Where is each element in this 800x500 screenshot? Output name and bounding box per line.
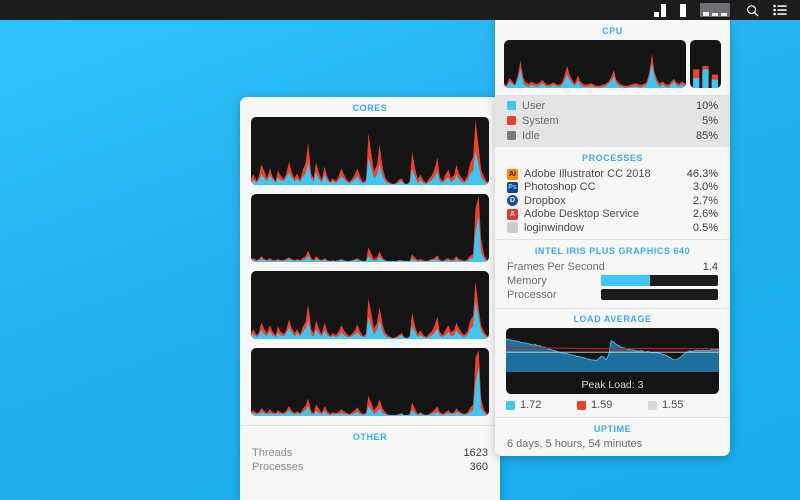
monitor-glyph-icon <box>700 3 730 17</box>
load-5min-value: 1.59 <box>591 399 613 412</box>
stats-panel: CPU User 10% System 5% Idle 85% PROCESSE… <box>495 20 730 456</box>
search-glyph-icon <box>747 4 759 16</box>
fps-label: Frames Per Second <box>507 261 605 274</box>
adobe-desktop-service-app-icon: A <box>507 208 518 220</box>
load-1min-value: 1.72 <box>520 399 542 412</box>
idle-value: 85% <box>695 129 718 142</box>
bar-graph-icon-1[interactable] <box>647 0 673 20</box>
system-value: 5% <box>702 114 718 127</box>
core-graph-2[interactable] <box>251 194 489 262</box>
process-name: Photoshop CC <box>524 181 596 194</box>
gpu-memory-fill <box>601 275 651 287</box>
cpu-history-graph[interactable] <box>504 40 686 89</box>
process-row-loginwindow[interactable]: loginwindow 0.5% <box>495 221 730 234</box>
gpu-memory-row: Memory <box>495 274 730 288</box>
process-row-photoshop[interactable]: Ps Photoshop CC 3.0% <box>495 181 730 194</box>
core-3-chart <box>251 281 489 339</box>
activity-bar-icon <box>680 3 686 17</box>
photoshop-app-icon: Ps <box>507 181 518 193</box>
user-swatch <box>507 101 516 111</box>
gpu-processor-label: Processor <box>507 288 557 301</box>
load-legend-15min: 1.55 <box>648 399 719 411</box>
load-5min-swatch <box>577 400 586 410</box>
cpu-legend: User 10% System 5% Idle 85% <box>495 95 730 148</box>
system-swatch <box>507 116 516 126</box>
process-value: 2.6% <box>692 208 718 221</box>
fps-value: 1.4 <box>702 261 718 274</box>
illustrator-app-icon: Ai <box>507 168 518 180</box>
dropbox-app-icon: D <box>507 195 518 207</box>
threads-value: 1623 <box>463 447 488 459</box>
gpu-fps-row: Frames Per Second 1.4 <box>495 260 730 274</box>
load-15min-swatch <box>648 400 657 410</box>
idle-swatch <box>507 131 516 141</box>
cores-panel: CORES OTHER Threads 1623 Processes 360 <box>240 97 500 500</box>
peak-load-label: Peak Load: 3 <box>581 379 644 392</box>
process-name: loginwindow <box>524 221 584 234</box>
load-legend-1min: 1.72 <box>506 399 577 411</box>
load-1min-swatch <box>506 400 515 410</box>
process-name: Adobe Illustrator CC 2018 <box>524 168 651 181</box>
cores-title: CORES <box>352 103 388 113</box>
cpu-legend-user: User 10% <box>495 98 730 113</box>
uptime-title: UPTIME <box>593 423 632 434</box>
load-average-chart <box>506 328 719 383</box>
process-value: 46.3% <box>686 168 718 181</box>
load-average-graph[interactable]: Peak Load: 3 <box>506 328 719 395</box>
uptime-value: 6 days, 5 hours, 54 minutes <box>507 437 643 450</box>
user-label: User <box>522 99 546 112</box>
processes-title: PROCESSES <box>582 153 643 164</box>
process-row-illustrator[interactable]: Ai Adobe Illustrator CC 2018 46.3% <box>495 167 730 180</box>
load-15min-value: 1.55 <box>662 399 684 412</box>
mini-monitor-icon[interactable] <box>693 0 737 20</box>
core-1-chart <box>251 119 489 185</box>
threads-label: Threads <box>252 447 293 459</box>
processes-count-value: 360 <box>469 461 488 473</box>
process-name: Adobe Desktop Service <box>524 208 639 221</box>
process-value: 0.5% <box>692 221 718 234</box>
core-2-chart <box>251 195 489 262</box>
core-graph-3[interactable] <box>251 271 489 339</box>
gpu-title: INTEL IRIS PLUS GRAPHICS 640 <box>534 246 691 257</box>
activity-bars-icon <box>654 3 666 17</box>
core-4-chart <box>251 349 489 416</box>
cpu-title: CPU <box>602 26 623 36</box>
process-row-dropbox[interactable]: D Dropbox 2.7% <box>495 194 730 207</box>
control-center-icon[interactable] <box>766 0 794 20</box>
other-row-processes: Processes 360 <box>240 460 500 474</box>
load-legend-5min: 1.59 <box>577 399 648 411</box>
process-name: Dropbox <box>524 194 566 207</box>
other-title: OTHER <box>352 432 388 442</box>
menu-bar <box>0 0 800 20</box>
cpu-legend-system: System 5% <box>495 113 730 128</box>
loginwindow-app-icon <box>507 222 518 234</box>
gpu-memory-label: Memory <box>507 274 547 287</box>
process-row-adobe-desktop-service[interactable]: A Adobe Desktop Service 2.6% <box>495 208 730 221</box>
cores-graph-list <box>240 117 500 416</box>
processes-count-label: Processes <box>252 461 304 473</box>
system-label: System <box>522 114 559 127</box>
process-value: 3.0% <box>692 181 718 194</box>
core-graph-1[interactable] <box>251 117 489 185</box>
gpu-memory-meter <box>601 275 718 287</box>
cpu-cores-mini-chart <box>693 65 718 89</box>
load-average-title: LOAD AVERAGE <box>573 314 652 325</box>
load-average-legend: 1.72 1.59 1.55 <box>495 394 730 413</box>
cpu-graphs <box>495 40 730 89</box>
idle-label: Idle <box>522 129 540 142</box>
search-icon[interactable] <box>739 0 766 20</box>
list-glyph-icon <box>773 4 787 16</box>
gpu-processor-row: Processor <box>495 288 730 302</box>
user-value: 10% <box>695 99 718 112</box>
cpu-history-chart <box>504 53 686 89</box>
other-row-threads: Threads 1623 <box>240 446 500 460</box>
cpu-legend-idle: Idle 85% <box>495 128 730 143</box>
cpu-cores-mini-graph[interactable] <box>690 40 721 89</box>
process-value: 2.7% <box>692 194 718 207</box>
gpu-processor-meter <box>601 289 718 301</box>
bar-graph-icon-2[interactable] <box>673 0 693 20</box>
core-graph-4[interactable] <box>251 348 489 416</box>
